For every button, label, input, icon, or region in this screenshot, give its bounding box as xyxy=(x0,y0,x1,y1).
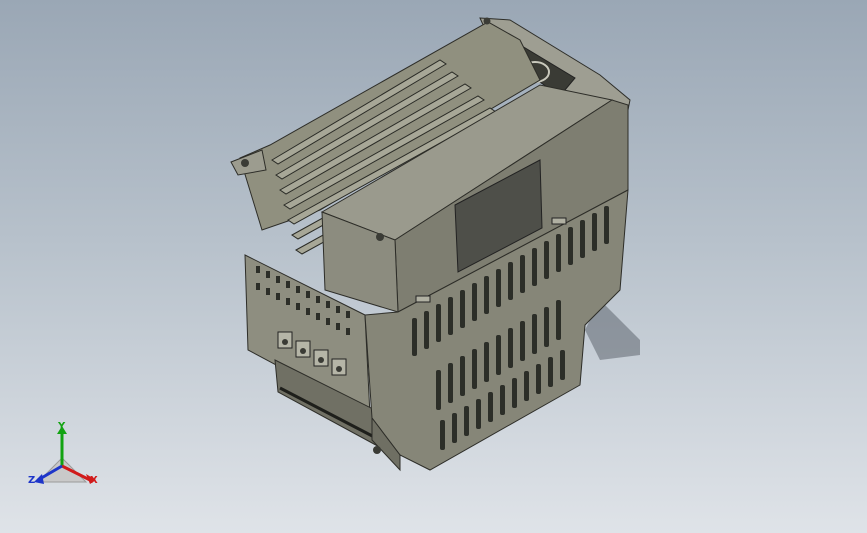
mounting-hole-top xyxy=(483,17,491,25)
graphics-viewport[interactable]: Y X Z xyxy=(0,0,867,533)
z-axis-head xyxy=(34,474,44,484)
y-axis-label: Y xyxy=(58,421,66,432)
view-orientation-triad[interactable]: Y X Z xyxy=(24,418,108,494)
x-axis-label: X xyxy=(90,475,98,486)
mounting-hole-cover xyxy=(376,233,384,241)
foot xyxy=(373,446,381,454)
z-axis-label: Z xyxy=(28,475,36,486)
inverter-3d-model[interactable] xyxy=(0,0,867,533)
mounting-hole-left xyxy=(241,159,249,167)
